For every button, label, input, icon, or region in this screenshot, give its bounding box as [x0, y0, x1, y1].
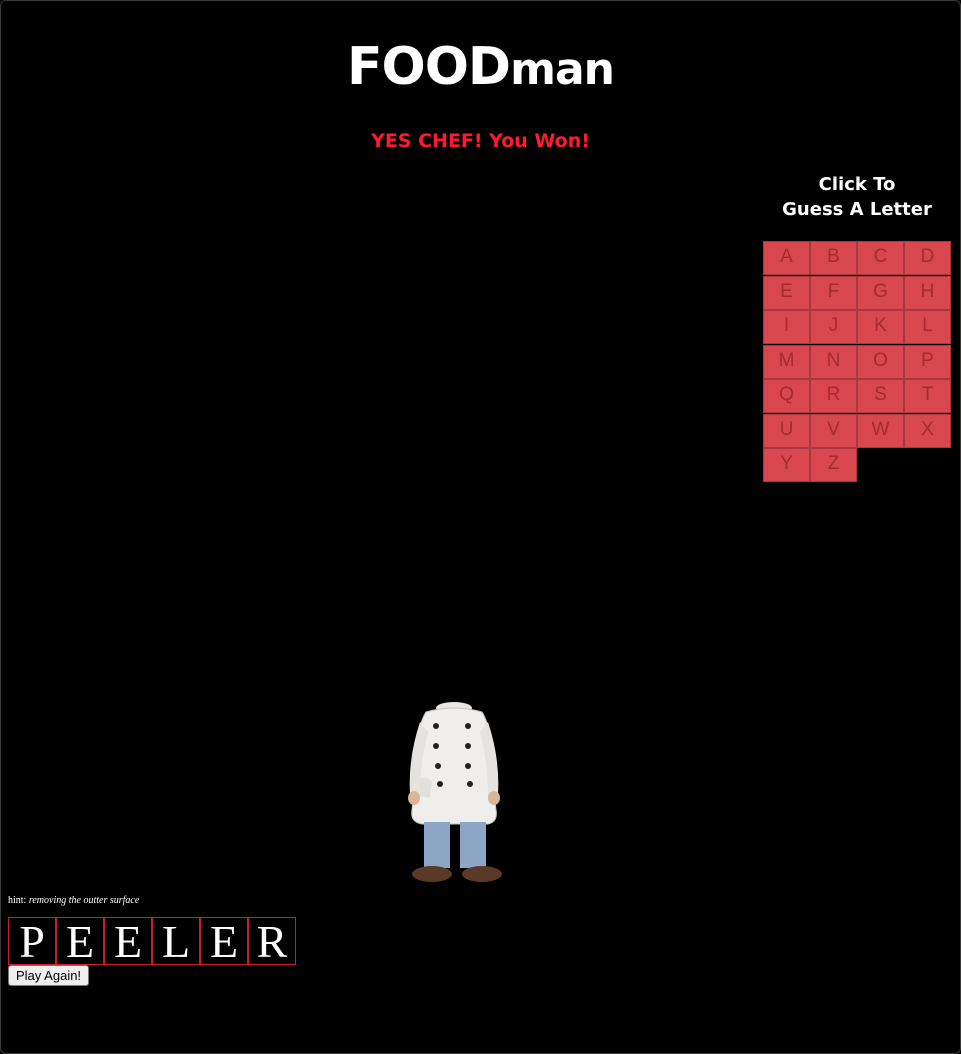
- hint-text: removing the outter surface: [28, 895, 140, 906]
- win-message: YES CHEF! You Won!: [371, 130, 590, 152]
- letter-key-s[interactable]: S: [857, 379, 904, 413]
- title-food: FOOD: [347, 37, 511, 97]
- word-letter: E: [104, 917, 152, 966]
- letter-key-t[interactable]: T: [904, 379, 951, 413]
- letter-key-u[interactable]: U: [763, 413, 810, 448]
- letter-key-c[interactable]: C: [857, 241, 904, 275]
- word-letter: P: [8, 917, 56, 966]
- letter-key-g[interactable]: G: [857, 275, 904, 310]
- letter-key-o[interactable]: O: [857, 344, 904, 379]
- game-title: FOODman: [0, 36, 961, 101]
- letter-key-y[interactable]: Y: [763, 448, 810, 482]
- letter-key-v[interactable]: V: [810, 413, 857, 448]
- headless-chef-figure: [408, 702, 502, 882]
- letter-key-a[interactable]: A: [763, 241, 810, 275]
- letter-key-e[interactable]: E: [763, 275, 810, 310]
- word-letter: R: [248, 917, 296, 966]
- letter-key-b[interactable]: B: [810, 241, 857, 275]
- letter-key-i[interactable]: I: [763, 310, 810, 344]
- letter-key-z[interactable]: Z: [810, 448, 857, 482]
- hint: hint: removing the outter surface: [8, 894, 139, 908]
- word-letter: L: [152, 917, 200, 966]
- hint-label: hint:: [8, 895, 27, 906]
- word-letter: E: [200, 917, 248, 966]
- keyboard-heading-line1: Click To: [818, 174, 896, 195]
- letter-key-m[interactable]: M: [763, 344, 810, 379]
- letter-key-x[interactable]: X: [904, 413, 951, 448]
- keyboard-heading: Click To Guess A Letter: [763, 172, 951, 222]
- keyboard-heading-line2: Guess A Letter: [782, 199, 932, 220]
- letter-key-k[interactable]: K: [857, 310, 904, 344]
- letter-key-d[interactable]: D: [904, 241, 951, 275]
- letter-key-p[interactable]: P: [904, 344, 951, 379]
- letter-key-l[interactable]: L: [904, 310, 951, 344]
- letter-key-n[interactable]: N: [810, 344, 857, 379]
- letter-key-w[interactable]: W: [857, 413, 904, 448]
- letter-key-h[interactable]: H: [904, 275, 951, 310]
- letter-key-f[interactable]: F: [810, 275, 857, 310]
- game-frame: [0, 0, 961, 1054]
- title-man: man: [510, 44, 615, 95]
- word-letter: E: [56, 917, 104, 966]
- play-again-button[interactable]: Play Again!: [8, 965, 90, 986]
- letter-key-r[interactable]: R: [810, 379, 857, 413]
- letter-key-j[interactable]: J: [810, 310, 857, 344]
- word-display: PEELER: [8, 917, 296, 966]
- letter-key-q[interactable]: Q: [763, 379, 810, 413]
